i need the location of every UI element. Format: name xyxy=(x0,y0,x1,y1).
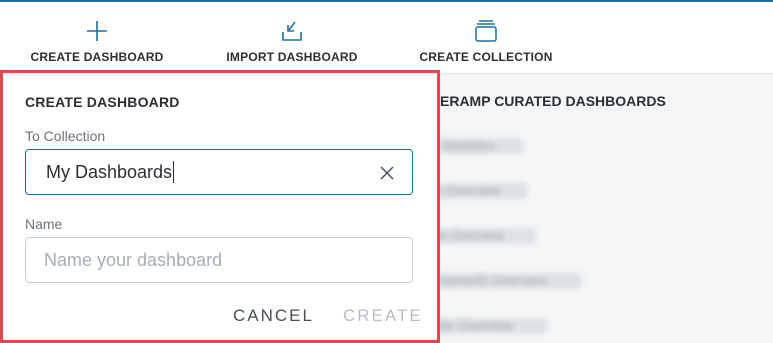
create-dashboard-label: CREATE DASHBOARD xyxy=(30,50,164,64)
collection-input-value: My Dashboards xyxy=(46,161,175,183)
dialog-actions: CANCEL CREATE xyxy=(3,306,437,330)
curated-item[interactable]: ts Overview xyxy=(432,228,536,244)
to-collection-label: To Collection xyxy=(25,128,106,144)
curated-item[interactable]: s Overview xyxy=(432,183,528,199)
collection-input[interactable]: My Dashboards xyxy=(25,149,413,195)
create-button[interactable]: CREATE xyxy=(343,306,423,326)
create-collection-button[interactable]: CREATE COLLECTION xyxy=(419,2,553,74)
import-icon xyxy=(279,18,305,44)
clear-icon[interactable] xyxy=(378,164,396,182)
name-input-placeholder: Name your dashboard xyxy=(44,249,223,270)
collection-stack-icon xyxy=(473,18,499,44)
plus-icon xyxy=(84,18,110,44)
create-collection-label: CREATE COLLECTION xyxy=(419,50,553,64)
curated-item[interactable]: t Statistics xyxy=(432,138,524,154)
create-dashboard-dialog: CREATE DASHBOARD To Collection My Dashbo… xyxy=(0,70,440,343)
toolbar: CREATE DASHBOARD IMPORT DASHBOARD CREATE… xyxy=(0,2,773,74)
name-label: Name xyxy=(25,216,63,232)
curated-item[interactable]: der Overview xyxy=(432,318,548,334)
curated-item[interactable]: ntainerID Overview xyxy=(432,273,582,289)
curated-dashboards-panel: ERAMP CURATED DASHBOARDS t Statistics s … xyxy=(432,75,773,343)
curated-dashboards-title: ERAMP CURATED DASHBOARDS xyxy=(440,93,666,109)
import-dashboard-label: IMPORT DASHBOARD xyxy=(226,50,358,64)
import-dashboard-button[interactable]: IMPORT DASHBOARD xyxy=(224,2,360,74)
cancel-button[interactable]: CANCEL xyxy=(233,306,314,326)
create-dashboard-button[interactable]: CREATE DASHBOARD xyxy=(30,2,164,74)
name-input[interactable]: Name your dashboard xyxy=(25,237,413,283)
dialog-title: CREATE DASHBOARD xyxy=(25,94,180,110)
